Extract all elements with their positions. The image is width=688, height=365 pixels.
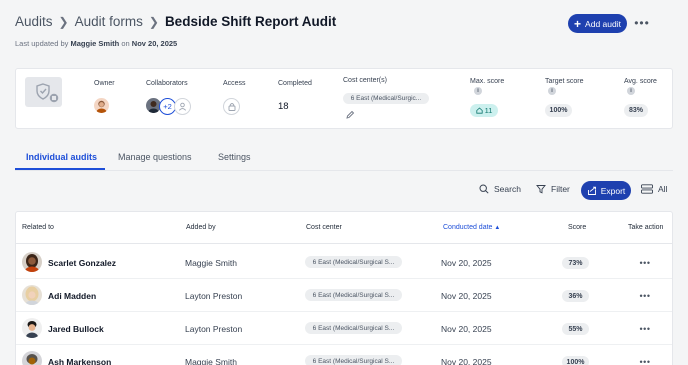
row-more-icon[interactable]: •••	[638, 256, 652, 270]
row-related-to[interactable]: Jared Bullock	[48, 324, 104, 334]
column-header-cost-center[interactable]: Cost center	[306, 224, 342, 231]
breadcrumb-audit-forms[interactable]: Audit forms	[75, 14, 143, 29]
add-collaborator-icon[interactable]	[174, 98, 191, 115]
row-score: 73%	[562, 257, 589, 269]
avatar	[22, 285, 42, 305]
info-icon[interactable]: i	[548, 87, 556, 95]
shield-doc-icon	[36, 83, 60, 104]
updated-date: Nov 20, 2025	[131, 39, 178, 48]
row-conducted-date: Nov 20, 2025	[441, 258, 492, 268]
target-score-value: 100%	[545, 104, 572, 117]
access-label: Access	[223, 80, 246, 87]
header-divider	[16, 243, 672, 244]
row-related-to[interactable]: Scarlet Gonzalez	[48, 258, 116, 268]
cost-center-label: Cost center(s)	[343, 77, 387, 84]
row-related-to[interactable]: Adi Madden	[48, 291, 96, 301]
avg-score-value: 83%	[624, 104, 648, 117]
row-more-icon[interactable]: •••	[638, 322, 652, 336]
row-more-icon[interactable]: •••	[638, 355, 652, 365]
row-cost-center: 6 East (Medical/Surgical S...	[305, 355, 402, 365]
audits-table: Related to Added by Cost center Conducte…	[15, 211, 673, 365]
owner-label: Owner	[94, 80, 115, 87]
row-score: 36%	[562, 290, 589, 302]
column-header-score[interactable]: Score	[568, 224, 586, 231]
row-score: 55%	[562, 323, 589, 335]
avg-score-label: Avg. score	[624, 78, 657, 85]
more-horizontal-icon[interactable]: •••	[634, 15, 650, 31]
collaborators-label: Collaborators	[146, 80, 188, 87]
updated-by-user: Maggie Smith	[70, 39, 120, 48]
row-added-by: Layton Preston	[185, 291, 243, 301]
search-button[interactable]: Search	[479, 184, 521, 194]
cost-center-pill: 6 East (Medical/Surgic...	[343, 93, 429, 104]
info-icon[interactable]: i	[627, 87, 635, 95]
avatar	[22, 351, 42, 365]
lock-icon[interactable]	[223, 98, 240, 115]
max-score-label: Max. score	[470, 78, 505, 85]
audit-summary-card: Owner Collaborators +2 Access Completed …	[15, 68, 673, 129]
column-header-related-to[interactable]: Related to	[22, 224, 54, 231]
table-row[interactable]: Scarlet Gonzalez Maggie Smith 6 East (Me…	[16, 246, 672, 279]
tab-manage-questions[interactable]: Manage questions	[118, 152, 192, 162]
home-icon	[475, 107, 483, 114]
row-cost-center: 6 East (Medical/Surgical S...	[305, 289, 402, 301]
export-icon	[587, 186, 596, 195]
edit-pencil-icon[interactable]	[345, 107, 355, 119]
table-row[interactable]: Adi Madden Layton Preston 6 East (Medica…	[16, 279, 672, 312]
add-audit-button[interactable]: + Add audit	[568, 14, 627, 33]
view-all-button[interactable]: All	[641, 184, 667, 194]
tab-divider	[15, 170, 673, 171]
breadcrumb: Audits ❯ Audit forms ❯ Bedside Shift Rep…	[15, 14, 336, 29]
table-row[interactable]: Jared Bullock Layton Preston 6 East (Med…	[16, 312, 672, 345]
row-related-to[interactable]: Ash Markenson	[48, 357, 111, 365]
row-cost-center: 6 East (Medical/Surgical S...	[305, 322, 402, 334]
completed-value: 18	[278, 101, 289, 112]
table-row[interactable]: Ash Markenson Maggie Smith 6 East (Medic…	[16, 345, 672, 365]
plus-icon: +	[574, 16, 582, 31]
avatar	[22, 318, 42, 338]
search-icon	[479, 184, 489, 194]
info-icon[interactable]: i	[474, 87, 482, 95]
page-title: Bedside Shift Report Audit	[164, 14, 337, 29]
max-score-badge: 11	[470, 104, 498, 117]
active-tab-indicator	[15, 168, 105, 170]
target-score-label: Target score	[545, 78, 584, 85]
avatar	[22, 252, 42, 272]
column-header-added-by[interactable]: Added by	[186, 224, 216, 231]
row-conducted-date: Nov 20, 2025	[441, 357, 492, 365]
sort-ascending-icon: ▲	[494, 225, 501, 231]
row-score: 100%	[562, 356, 589, 365]
column-header-take-action: Take action	[628, 224, 664, 231]
row-conducted-date: Nov 20, 2025	[441, 291, 492, 301]
last-updated: Last updated by Maggie Smith on Nov 20, …	[15, 39, 178, 48]
row-more-icon[interactable]: •••	[638, 289, 652, 303]
completed-label: Completed	[278, 80, 312, 87]
row-added-by: Maggie Smith	[185, 357, 237, 365]
audit-form-icon	[25, 77, 62, 107]
row-conducted-date: Nov 20, 2025	[441, 324, 492, 334]
list-icon	[641, 184, 653, 194]
filter-icon	[536, 185, 546, 194]
tab-settings[interactable]: Settings	[218, 152, 251, 162]
row-added-by: Layton Preston	[185, 324, 243, 334]
row-added-by: Maggie Smith	[185, 258, 237, 268]
owner-avatar[interactable]	[94, 98, 109, 113]
tab-individual-audits[interactable]: Individual audits	[26, 152, 97, 162]
column-header-conducted-date[interactable]: Conducted date ▲	[443, 224, 500, 231]
row-cost-center: 6 East (Medical/Surgical S...	[305, 256, 402, 268]
export-button[interactable]: Export	[581, 181, 631, 200]
breadcrumb-audits[interactable]: Audits	[15, 14, 53, 29]
chevron-right-icon: ❯	[58, 14, 69, 29]
chevron-right-icon: ❯	[148, 14, 159, 29]
filter-button[interactable]: Filter	[536, 184, 570, 194]
